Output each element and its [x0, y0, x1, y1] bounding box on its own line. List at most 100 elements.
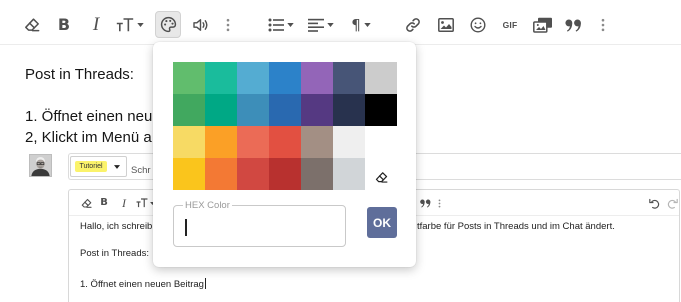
color-swatch[interactable]	[333, 158, 365, 190]
quote-icon	[419, 199, 431, 208]
paragraph-icon: ¶	[351, 16, 361, 34]
image-icon	[438, 18, 454, 32]
more-text-options-button[interactable]	[223, 13, 233, 37]
inner-italic-label: I	[122, 196, 126, 210]
color-swatch[interactable]	[301, 126, 333, 158]
color-swatch[interactable]	[333, 126, 365, 158]
italic-button[interactable]: I	[88, 13, 104, 37]
prefix-badge: Tutoriel	[75, 161, 107, 172]
color-swatch[interactable]	[173, 62, 205, 94]
media-icon	[533, 17, 553, 33]
redo-button[interactable]	[666, 197, 678, 209]
clear-formatting-button[interactable]	[22, 13, 42, 37]
color-swatch[interactable]	[333, 62, 365, 94]
inner-text-line: Post in Threads:	[80, 248, 150, 259]
prefix-label: Tutoriel	[79, 162, 103, 170]
text-to-speech-button[interactable]	[190, 13, 212, 37]
color-swatch[interactable]	[269, 94, 301, 126]
color-swatch-grid	[173, 62, 397, 190]
color-swatch[interactable]	[333, 94, 365, 126]
inner-bold-button[interactable]: B	[99, 197, 109, 209]
remove-color-button[interactable]	[365, 158, 397, 190]
more-vertical-icon	[601, 18, 605, 32]
thread-title-input[interactable]: Schr	[131, 160, 151, 176]
color-swatch[interactable]	[301, 158, 333, 190]
ok-button[interactable]: OK	[367, 207, 397, 238]
insert-media-button[interactable]	[532, 13, 554, 37]
inner-italic-button[interactable]: I	[120, 197, 128, 209]
more-vertical-icon	[226, 18, 230, 32]
quote-icon	[564, 18, 582, 32]
color-swatch[interactable]	[301, 94, 333, 126]
palette-icon	[160, 16, 177, 33]
color-swatch[interactable]	[269, 126, 301, 158]
thread-title-text: Schr	[131, 165, 151, 176]
paragraph-format-button[interactable]: ¶	[347, 13, 375, 37]
speaker-icon	[192, 17, 211, 33]
eraser-icon	[24, 17, 40, 33]
inner-text-line: tfarbe für Posts in Threads und im Chat …	[417, 221, 615, 232]
list-button[interactable]	[266, 13, 296, 37]
inner-text-line: 1. Öffnet einen neuen Beitrag	[80, 279, 204, 290]
redo-icon	[667, 198, 678, 209]
undo-button[interactable]	[648, 197, 660, 209]
color-swatch[interactable]	[173, 126, 205, 158]
text-size-icon	[116, 18, 134, 32]
color-swatch[interactable]	[205, 126, 237, 158]
color-swatch[interactable]	[365, 126, 397, 158]
chevron-down-icon	[287, 23, 294, 27]
editor-line: 1. Öffnet einen neu	[25, 108, 153, 125]
chevron-down-icon	[137, 23, 144, 27]
color-swatch[interactable]	[269, 62, 301, 94]
color-swatch[interactable]	[173, 158, 205, 190]
avatar	[29, 154, 52, 177]
color-swatch[interactable]	[205, 158, 237, 190]
color-swatch[interactable]	[269, 158, 301, 190]
editor-line: Post in Threads:	[25, 66, 134, 83]
hex-color-label: HEX Color	[183, 200, 232, 211]
insert-smilie-button[interactable]	[468, 13, 488, 37]
inner-bold-label: B	[100, 197, 108, 208]
ok-label: OK	[373, 215, 391, 230]
chevron-down-icon	[364, 23, 371, 27]
text-color-button[interactable]	[155, 11, 181, 38]
insert-image-button[interactable]	[436, 13, 456, 37]
text-size-icon	[136, 198, 148, 208]
bold-button[interactable]: B	[56, 13, 72, 37]
bulleted-list-icon	[268, 18, 284, 32]
hex-color-input[interactable]: HEX Color	[173, 201, 346, 247]
color-swatch[interactable]	[205, 94, 237, 126]
prefix-select[interactable]: Tutoriel	[70, 156, 127, 177]
insert-gif-button[interactable]: GIF	[499, 13, 521, 37]
color-swatch[interactable]	[237, 126, 269, 158]
align-button[interactable]	[306, 13, 336, 37]
color-swatch[interactable]	[301, 62, 333, 94]
color-swatch[interactable]	[365, 62, 397, 94]
text-cursor	[185, 219, 187, 236]
color-swatch[interactable]	[237, 94, 269, 126]
color-picker-popup: HEX Color OK	[153, 42, 416, 267]
eraser-icon	[81, 198, 92, 209]
more-vertical-icon	[438, 199, 441, 208]
inner-quote-button[interactable]	[419, 197, 431, 209]
color-swatch[interactable]	[237, 158, 269, 190]
link-icon	[405, 17, 421, 33]
main-toolbar: B I ¶ GIF	[0, 0, 681, 45]
eraser-icon	[375, 171, 388, 184]
undo-icon	[648, 198, 660, 209]
more-insert-options-button[interactable]	[598, 13, 608, 37]
color-swatch[interactable]	[365, 94, 397, 126]
inner-more-button[interactable]	[437, 197, 442, 209]
insert-quote-button[interactable]	[563, 13, 583, 37]
editor-line: 2, Klickt im Menü a	[25, 129, 152, 146]
font-size-button[interactable]	[113, 13, 147, 37]
align-left-icon	[308, 18, 324, 32]
bold-label: B	[57, 15, 71, 34]
color-swatch[interactable]	[237, 62, 269, 94]
insert-link-button[interactable]	[403, 13, 423, 37]
color-swatch[interactable]	[205, 62, 237, 94]
color-swatch[interactable]	[173, 94, 205, 126]
chevron-down-icon	[327, 23, 334, 27]
inner-text-line: Hallo, ich schreib	[80, 221, 153, 232]
inner-clear-formatting-button[interactable]	[80, 197, 92, 209]
